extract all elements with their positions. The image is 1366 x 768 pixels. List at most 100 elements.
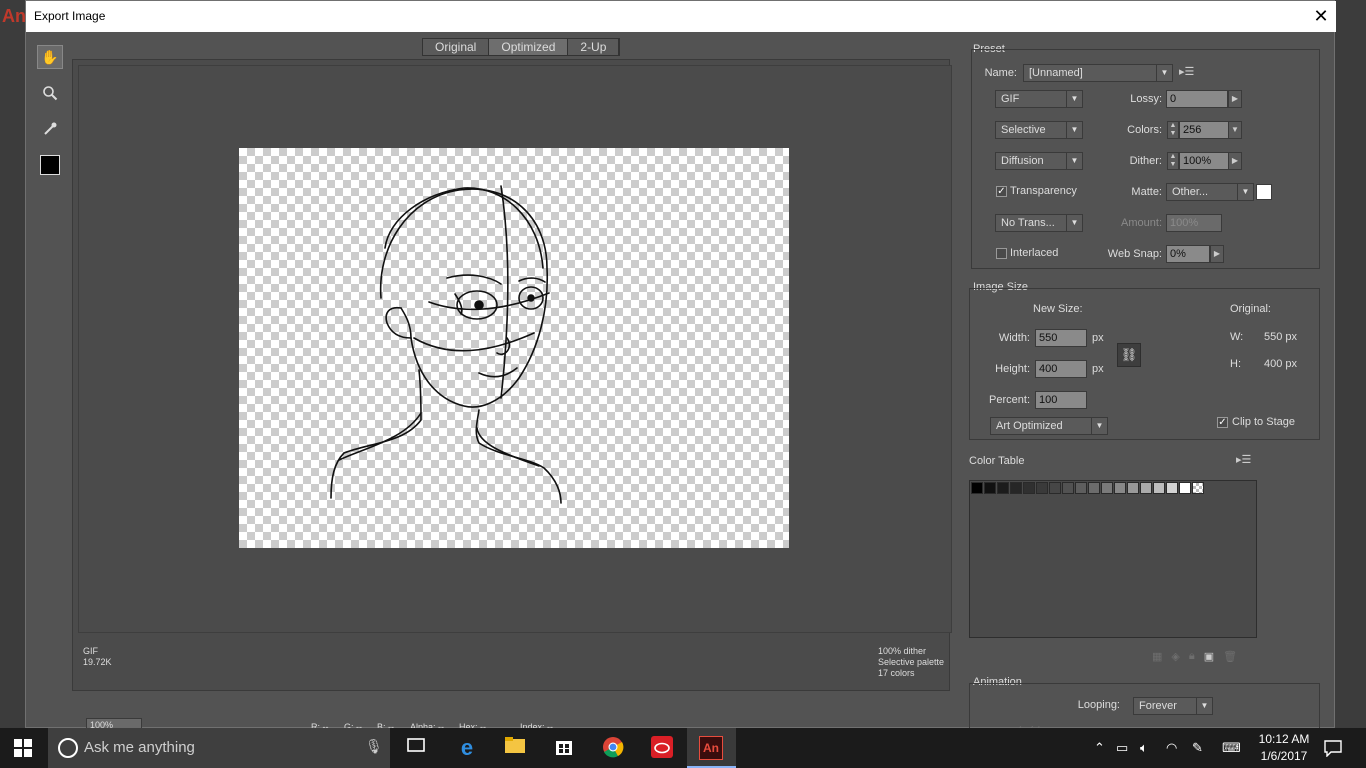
store-icon[interactable] xyxy=(552,736,576,760)
file-explorer-icon[interactable] xyxy=(503,736,527,760)
task-view-icon[interactable] xyxy=(404,736,428,760)
eyedropper-color-swatch[interactable] xyxy=(40,155,60,175)
websnap-slider-arrow-icon[interactable]: ▶ xyxy=(1210,245,1224,263)
lossy-input[interactable]: 0 xyxy=(1166,90,1228,108)
constrain-proportions-link-icon[interactable]: ⛓ xyxy=(1117,343,1141,367)
lossy-slider-arrow-icon[interactable]: ▶ xyxy=(1228,90,1242,108)
looping-select[interactable]: Forever ▼ xyxy=(1133,697,1213,715)
width-label: Width: xyxy=(998,332,1030,344)
color-table-swatch[interactable] xyxy=(1088,482,1100,494)
dither-algorithm-select[interactable]: Diffusion ▼ xyxy=(995,152,1083,170)
background-app-left-panel xyxy=(0,0,25,728)
interlaced-checkbox[interactable] xyxy=(996,248,1007,259)
dither-slider-arrow-icon[interactable]: ▶ xyxy=(1228,152,1242,170)
color-table-swatch[interactable] xyxy=(971,482,983,494)
clip-to-stage-checkbox[interactable]: ✓ xyxy=(1217,417,1228,428)
pen-icon[interactable]: ✎ xyxy=(1192,740,1203,756)
color-table-swatch[interactable] xyxy=(1023,482,1035,494)
color-table-swatch[interactable] xyxy=(984,482,996,494)
percent-label: Percent: xyxy=(989,394,1030,406)
matte-color-swatch[interactable] xyxy=(1256,184,1272,200)
dither-stepper-icon[interactable]: ▲ ▼ xyxy=(1167,152,1179,170)
clip-to-stage-label: Clip to Stage xyxy=(1232,416,1295,428)
color-table-swatch[interactable] xyxy=(1010,482,1022,494)
color-table-menu-icon[interactable]: ▸☰ xyxy=(1236,453,1251,466)
transparency-dither-select[interactable]: No Trans... ▼ xyxy=(995,214,1083,232)
transparency-checkbox[interactable]: ✓ xyxy=(996,186,1007,197)
windows-start-icon[interactable] xyxy=(14,739,32,760)
color-table-swatch[interactable] xyxy=(1166,482,1178,494)
height-label: Height: xyxy=(995,363,1030,375)
websnap-input[interactable]: 0% xyxy=(1166,245,1210,263)
creative-cloud-icon[interactable] xyxy=(650,736,674,760)
resample-quality-select[interactable]: Art Optimized ▼ xyxy=(990,417,1108,435)
color-table-swatch[interactable] xyxy=(1075,482,1087,494)
color-table-swatch[interactable] xyxy=(1153,482,1165,494)
color-table-swatch[interactable] xyxy=(1101,482,1113,494)
map-transparency-icon[interactable]: ▦ xyxy=(1152,650,1162,663)
image-preview-canvas[interactable] xyxy=(239,148,789,548)
cortana-circle-icon xyxy=(58,738,78,758)
lossy-label: Lossy: xyxy=(1130,93,1162,105)
dialog-title: Export Image xyxy=(34,9,106,23)
volume-icon[interactable]: 🔈︎ xyxy=(1140,740,1148,756)
preset-menu-icon[interactable]: ▸☰ xyxy=(1179,65,1194,78)
hand-tool-icon[interactable]: ✋ xyxy=(37,45,63,69)
new-color-icon[interactable]: ▣ xyxy=(1204,650,1214,663)
matte-select[interactable]: Other... ▼ xyxy=(1166,183,1254,201)
web-snap-color-icon[interactable]: ◈ xyxy=(1171,650,1179,663)
color-table-transparent-swatch[interactable] xyxy=(1192,482,1204,494)
lock-color-icon[interactable]: 🔒︎ xyxy=(1189,650,1195,663)
color-table-swatch[interactable] xyxy=(1049,482,1061,494)
battery-icon[interactable]: ▭ xyxy=(1116,740,1128,756)
height-input[interactable]: 400 xyxy=(1035,360,1087,378)
colors-stepper-icon[interactable]: ▲ ▼ xyxy=(1167,121,1179,139)
tab-original[interactable]: Original xyxy=(423,39,490,55)
eyedropper-tool-icon[interactable] xyxy=(37,117,63,141)
cortana-search-box[interactable]: Ask me anything 🎙︎ xyxy=(48,728,390,768)
preset-name-select[interactable]: [Unnamed] ▼ xyxy=(1023,64,1173,82)
width-input[interactable]: 550 xyxy=(1035,329,1087,347)
background-app-right-panel xyxy=(1335,0,1366,728)
width-unit: px xyxy=(1092,332,1104,344)
amount-label: Amount: xyxy=(1121,217,1162,229)
color-table-swatch[interactable] xyxy=(1062,482,1074,494)
amount-input[interactable]: 100% xyxy=(1166,214,1222,232)
zoom-tool-icon[interactable] xyxy=(37,81,63,105)
action-center-icon[interactable] xyxy=(1324,739,1342,760)
new-size-label: New Size: xyxy=(1033,303,1083,315)
tab-2-up[interactable]: 2-Up xyxy=(568,39,620,55)
colors-dropdown-icon[interactable]: ▼ xyxy=(1228,121,1242,139)
dither-input[interactable]: 100% xyxy=(1179,152,1229,170)
format-select[interactable]: GIF ▼ xyxy=(995,90,1083,108)
delete-color-icon[interactable]: 🗑︎ xyxy=(1223,650,1237,663)
color-table-heading: Color Table xyxy=(969,455,1025,467)
tray-chevron-up-icon[interactable]: ⌃ xyxy=(1094,740,1105,756)
color-table-swatch[interactable] xyxy=(1036,482,1048,494)
matte-label: Matte: xyxy=(1131,186,1162,198)
colors-input[interactable]: 256 xyxy=(1179,121,1229,139)
animate-taskbar-button[interactable]: An xyxy=(687,728,736,768)
format-value: GIF xyxy=(1001,93,1020,105)
microphone-icon[interactable]: 🎙︎ xyxy=(365,738,383,755)
close-icon[interactable]: ✕ xyxy=(1310,5,1332,27)
keyboard-icon[interactable]: ⌨ xyxy=(1222,740,1241,756)
wifi-icon[interactable]: ◠ xyxy=(1166,740,1177,756)
color-table-swatch[interactable] xyxy=(1127,482,1139,494)
color-table-swatch[interactable] xyxy=(997,482,1009,494)
color-table-actions: ▦ ◈ 🔒︎ ▣ 🗑︎ xyxy=(1152,650,1237,663)
color-reduction-select[interactable]: Selective ▼ xyxy=(995,121,1083,139)
color-table-swatch[interactable] xyxy=(1114,482,1126,494)
edge-browser-icon[interactable]: e xyxy=(455,736,479,760)
color-table[interactable] xyxy=(969,480,1257,638)
chevron-down-icon: ▼ xyxy=(1066,91,1082,107)
chevron-down-icon: ▼ xyxy=(1196,698,1212,714)
sketch-drawing xyxy=(330,185,562,504)
tab-optimized[interactable]: Optimized xyxy=(489,39,569,55)
chrome-icon[interactable] xyxy=(601,736,625,760)
animate-app-icon: An xyxy=(699,736,723,760)
percent-input[interactable]: 100 xyxy=(1035,391,1087,409)
color-table-swatch[interactable] xyxy=(1140,482,1152,494)
clock[interactable]: 10:12 AM 1/6/2017 xyxy=(1256,732,1312,763)
color-table-swatch[interactable] xyxy=(1179,482,1191,494)
